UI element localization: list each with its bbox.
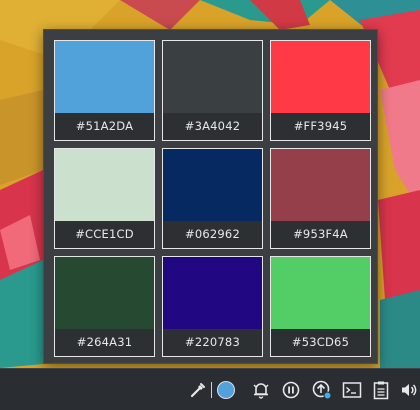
- taskbar: [0, 368, 420, 410]
- swatch-color-fill: [271, 149, 370, 221]
- volume-icon[interactable]: [398, 369, 420, 410]
- swatch-color-fill: [163, 149, 262, 221]
- swatch-hex-label: #53CD65: [271, 329, 370, 356]
- swatch-hex-label: #3A4042: [163, 113, 262, 140]
- swatch-hex-label: #FF3945: [271, 113, 370, 140]
- swatch-hex-label: #220783: [163, 329, 262, 356]
- color-swatch[interactable]: #51A2DA: [54, 40, 155, 141]
- swatch-hex-label: #062962: [163, 221, 262, 248]
- swatch-color-fill: [271, 41, 370, 113]
- current-color-icon[interactable]: [214, 369, 238, 410]
- swatch-color-fill: [163, 41, 262, 113]
- color-swatch[interactable]: #264A31: [54, 256, 155, 357]
- separator: [209, 369, 213, 410]
- color-swatch[interactable]: #FF3945: [270, 40, 371, 141]
- swatch-color-fill: [55, 41, 154, 113]
- color-swatch[interactable]: #53CD65: [270, 256, 371, 357]
- media-pause-icon[interactable]: [279, 369, 303, 410]
- color-swatch[interactable]: #953F4A: [270, 148, 371, 249]
- updates-icon[interactable]: [309, 369, 335, 410]
- swatch-hex-label: #953F4A: [271, 221, 370, 248]
- color-swatch[interactable]: #3A4042: [162, 40, 263, 141]
- swatch-color-fill: [163, 257, 262, 329]
- color-swatch[interactable]: #CCE1CD: [54, 148, 155, 249]
- color-picker-icon[interactable]: [187, 369, 209, 410]
- color-palette-popup: #51A2DA #3A4042 #FF3945 #CCE1CD #062962 #953F…: [43, 29, 378, 364]
- swatch-hex-label: #CCE1CD: [55, 221, 154, 248]
- swatch-color-fill: [55, 149, 154, 221]
- swatch-color-fill: [271, 257, 370, 329]
- terminal-icon[interactable]: [340, 369, 364, 410]
- swatch-color-fill: [55, 257, 154, 329]
- clipboard-icon[interactable]: [370, 369, 392, 410]
- color-swatch[interactable]: #062962: [162, 148, 263, 249]
- notifications-bell-icon[interactable]: [249, 369, 273, 410]
- swatch-hex-label: #264A31: [55, 329, 154, 356]
- color-swatch[interactable]: #220783: [162, 256, 263, 357]
- swatch-hex-label: #51A2DA: [55, 113, 154, 140]
